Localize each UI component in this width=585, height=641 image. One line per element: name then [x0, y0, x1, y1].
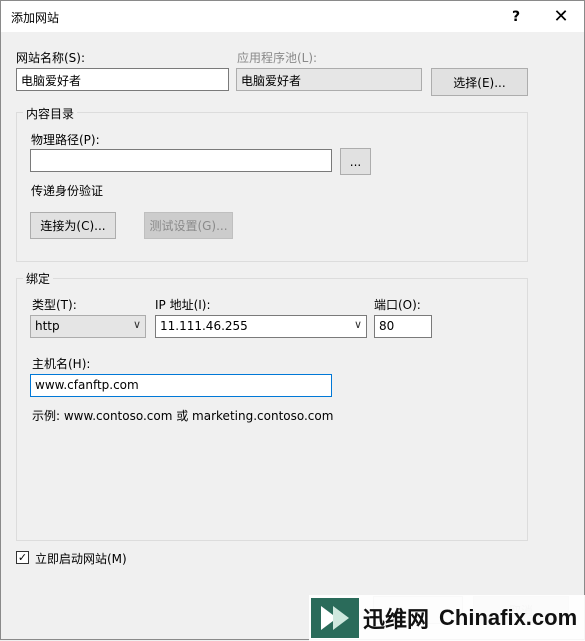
- watermark: 迅维网 Chinafix.com: [309, 595, 585, 641]
- title-bar: 添加网站 ? ✕: [1, 1, 584, 32]
- binding-title: 绑定: [23, 270, 54, 287]
- connect-as-button[interactable]: 连接为(C)...: [30, 212, 116, 239]
- physical-path-label: 物理路径(P):: [31, 133, 100, 147]
- content-directory-title: 内容目录: [23, 105, 78, 122]
- start-immediately-label[interactable]: 立即启动网站(M): [35, 550, 127, 567]
- site-name-label: 网站名称(S):: [16, 51, 86, 65]
- checkmark-icon: ✓: [17, 551, 28, 564]
- help-button[interactable]: ?: [493, 1, 539, 32]
- test-settings-button: 测试设置(G)...: [144, 212, 233, 239]
- binding-type-select[interactable]: http ∨: [30, 315, 146, 338]
- select-app-pool-button[interactable]: 选择(E)...: [431, 68, 528, 96]
- host-name-example: 示例: www.contoso.com 或 marketing.contoso.…: [32, 409, 334, 423]
- chevron-down-icon: ∨: [353, 318, 362, 331]
- start-immediately-checkbox[interactable]: ✓: [16, 551, 29, 564]
- port-label: 端口(O):: [374, 298, 421, 312]
- window-title: 添加网站: [11, 11, 60, 25]
- port-input[interactable]: 80: [374, 315, 432, 338]
- watermark-logo-icon: [311, 598, 359, 638]
- physical-path-input[interactable]: [30, 149, 332, 172]
- watermark-en-text: Chinafix.com: [439, 605, 578, 630]
- ip-address-value: 11.111.46.255: [160, 319, 248, 333]
- host-name-input[interactable]: www.cfanftp.com: [30, 374, 332, 397]
- add-website-dialog: 添加网站 ? ✕ 网站名称(S): 电脑爱好者 应用程序池(L): 电脑爱好者 …: [0, 0, 585, 641]
- browse-button[interactable]: ...: [340, 148, 371, 175]
- watermark-cn-text: 迅维网: [363, 608, 430, 633]
- site-name-input[interactable]: 电脑爱好者: [16, 68, 229, 91]
- pass-through-auth-label: 传递身份验证: [31, 184, 104, 198]
- app-pool-label: 应用程序池(L):: [237, 51, 318, 65]
- app-pool-field: 电脑爱好者: [236, 68, 422, 91]
- ip-address-label: IP 地址(I):: [155, 298, 211, 312]
- chevron-down-icon: ∨: [132, 318, 141, 331]
- host-name-label: 主机名(H):: [32, 357, 91, 371]
- close-button[interactable]: ✕: [538, 1, 584, 32]
- binding-type-label: 类型(T):: [32, 298, 77, 312]
- ip-address-select[interactable]: 11.111.46.255 ∨: [155, 315, 367, 338]
- binding-type-value: http: [35, 319, 60, 333]
